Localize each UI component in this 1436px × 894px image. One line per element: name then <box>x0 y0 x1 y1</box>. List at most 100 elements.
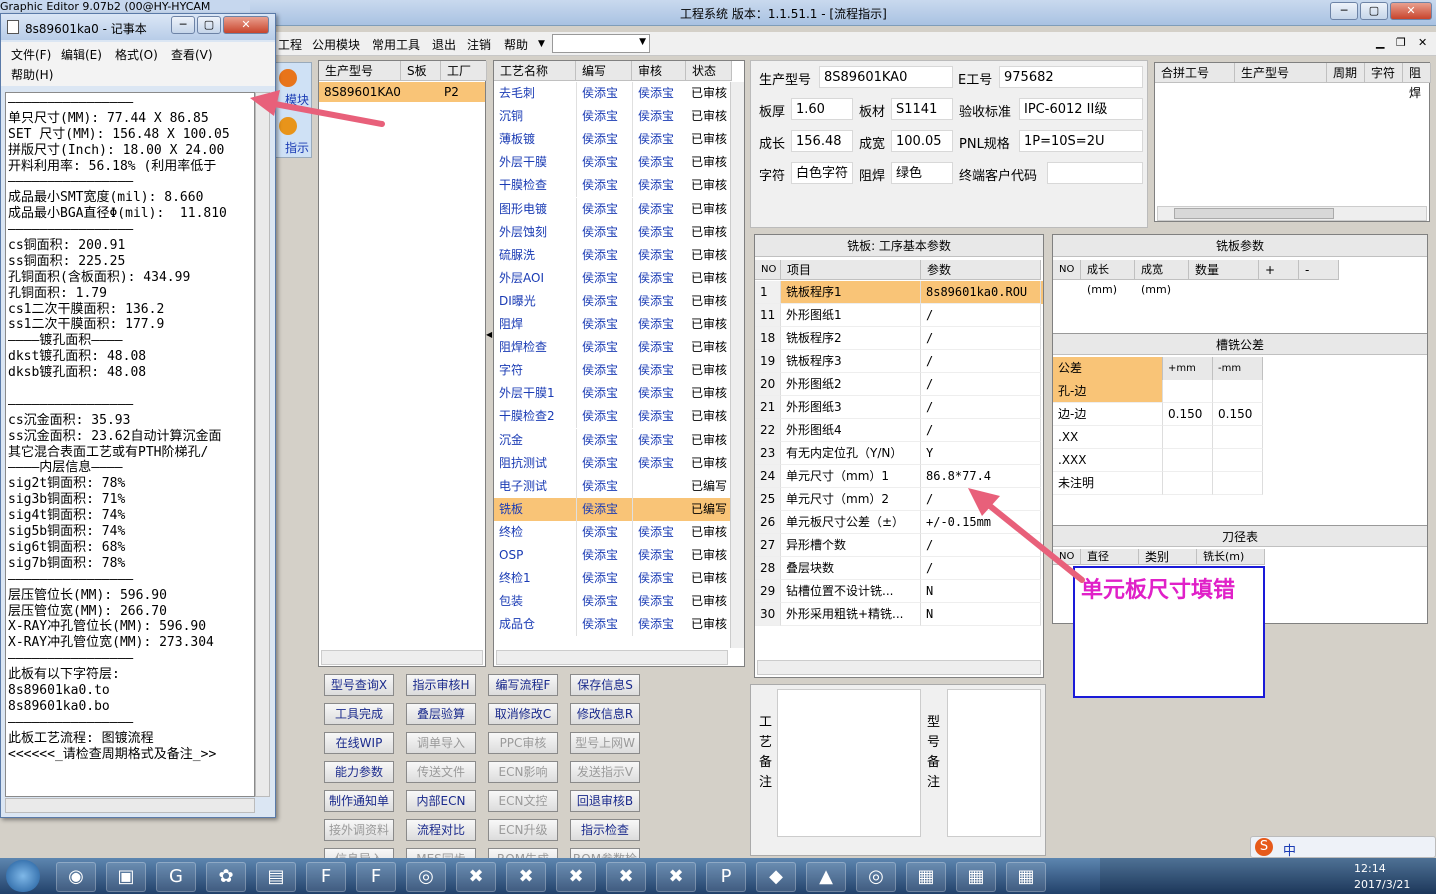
menu-tools[interactable]: 常用工具 <box>372 36 420 53</box>
field-standard[interactable]: IPC-6012 II级 <box>1019 98 1143 120</box>
action-button[interactable]: 接外调资料 <box>324 819 394 841</box>
taskbar-app-icon[interactable]: F <box>306 862 346 892</box>
field-length[interactable]: 156.48 <box>791 130 853 152</box>
col-tool-len[interactable]: 铣长(m) <box>1197 549 1265 565</box>
process-vscroll[interactable] <box>730 82 744 648</box>
process-row[interactable]: 去毛刺 侯添宝 侯添宝 已审核 <box>494 82 730 105</box>
action-button[interactable]: 编写流程F <box>488 674 558 696</box>
notepad-minimize-button[interactable]: ─ <box>171 16 195 34</box>
ime-mode[interactable]: 中 <box>1283 840 1296 859</box>
action-button[interactable]: ECN文控 <box>488 790 558 812</box>
process-row[interactable]: 薄板镀 侯添宝 侯添宝 已审核 <box>494 128 730 152</box>
process-row[interactable]: 终检1 侯添宝 侯添宝 已审核 <box>494 567 730 591</box>
splitter-arrow-icon[interactable]: ◀ <box>486 330 493 344</box>
tol-header-cell[interactable]: -mm <box>1213 357 1263 380</box>
merge-hscroll-thumb[interactable] <box>1174 208 1334 219</box>
action-button[interactable]: 保存信息S <box>570 674 640 696</box>
notepad-close-button[interactable]: ✕ <box>223 16 269 34</box>
milling-param-row[interactable]: 21 外形图纸3/ <box>755 396 1043 419</box>
menu-help[interactable]: 帮助 <box>504 36 528 53</box>
taskbar-app-icon[interactable]: ▣ <box>106 862 146 892</box>
menu-common-module[interactable]: 公用模块 <box>312 36 360 53</box>
action-button[interactable]: 在线WIP <box>324 732 394 754</box>
action-button[interactable]: 能力参数 <box>324 761 394 783</box>
col-factory[interactable]: 工厂 <box>441 61 487 81</box>
process-row[interactable]: DI曝光 侯添宝 侯添宝 已审核 <box>494 289 730 313</box>
milling-param-row[interactable]: 18 铣板程序2/ <box>755 327 1043 350</box>
action-button[interactable]: PPC审核 <box>488 732 558 754</box>
menu-exit[interactable]: 退出 <box>432 36 456 53</box>
col-merge-period[interactable]: 周期 <box>1327 63 1365 83</box>
taskbar-app-icon[interactable]: ▲ <box>806 862 846 892</box>
col-writer[interactable]: 编写 <box>576 61 632 81</box>
process-row[interactable]: 干膜检查2 侯添宝 侯添宝 已审核 <box>494 405 730 429</box>
taskbar-app-icon[interactable]: ▦ <box>1006 862 1046 892</box>
col-mp-wid[interactable]: 成宽(mm) <box>1135 260 1189 296</box>
process-row[interactable]: 电子测试 侯添宝 已编写 <box>494 474 730 498</box>
col-mp-plus[interactable]: + <box>1259 260 1299 280</box>
col-merge-model[interactable]: 生产型号 <box>1235 63 1327 83</box>
process-row[interactable]: 包装 侯添宝 侯添宝 已审核 <box>494 590 730 614</box>
milling-param-row[interactable]: 22 外形图纸4/ <box>755 419 1043 442</box>
action-button[interactable]: ECN升级 <box>488 819 558 841</box>
process-row[interactable]: 阻抗测试 侯添宝 侯添宝 已审核 <box>494 451 730 475</box>
milling-param-row[interactable]: 1 铣板程序1 8s89601ka0.ROU <box>755 281 1043 304</box>
col-mp-minus[interactable]: - <box>1299 260 1339 280</box>
action-button[interactable]: 内部ECN <box>406 790 476 812</box>
field-pnl[interactable]: 1P=10S=2U <box>1019 130 1143 152</box>
process-row[interactable]: 图形电镀 侯添宝 侯添宝 已审核 <box>494 197 730 221</box>
mdi-minimize-icon[interactable]: ▁ <box>1376 36 1384 49</box>
notepad-text-area[interactable]: ———————————————— 单只尺寸(MM): 77.44 X 86.85 S… <box>5 92 255 797</box>
col-process-name[interactable]: 工艺名称 <box>494 61 576 81</box>
field-eng[interactable]: 975682 <box>999 66 1143 88</box>
taskbar-app-icon[interactable]: ◎ <box>406 862 446 892</box>
col-merge-eng[interactable]: 合拼工号 <box>1155 63 1235 83</box>
taskbar-app-icon[interactable]: F <box>356 862 396 892</box>
process-row[interactable]: 外层干膜1 侯添宝 侯添宝 已审核 <box>494 382 730 406</box>
col-merge-char[interactable]: 字符 <box>1365 63 1403 83</box>
milling-hscroll[interactable] <box>757 660 1041 675</box>
merge-hscroll[interactable] <box>1157 206 1427 221</box>
process-row[interactable]: 沉铜 侯添宝 侯添宝 已审核 <box>494 105 730 129</box>
menu-logout[interactable]: 注销 <box>467 36 491 53</box>
process-row[interactable]: 外层干膜 侯添宝 侯添宝 已审核 <box>494 151 730 175</box>
np-menu-help[interactable]: 帮助(H) <box>11 66 53 83</box>
np-menu-view[interactable]: 查看(V) <box>171 46 213 63</box>
col-s-board[interactable]: S板 <box>401 61 441 81</box>
milling-param-row[interactable]: 23 有无内定位孔（Y/N） Y <box>755 442 1043 465</box>
process-row[interactable]: 沉金 侯添宝 侯添宝 已审核 <box>494 428 730 452</box>
notepad-vscroll[interactable] <box>255 92 270 797</box>
mdi-close-icon[interactable]: ✕ <box>1418 36 1427 49</box>
mdi-restore-icon[interactable]: ❐ <box>1396 36 1406 49</box>
taskbar-app-icon[interactable]: G <box>156 862 196 892</box>
process-row[interactable]: 硫脲洗 侯添宝 侯添宝 已审核 <box>494 243 730 267</box>
field-model[interactable]: 8S89601KA0 <box>819 66 953 88</box>
action-button[interactable]: 取消修改C <box>488 703 558 725</box>
close-button[interactable]: ✕ <box>1390 2 1432 20</box>
col-model[interactable]: 生产型号 <box>319 61 401 81</box>
action-button[interactable]: 传送文件 <box>406 761 476 783</box>
process-remark-input[interactable] <box>777 689 921 837</box>
action-button[interactable]: 调单导入 <box>406 732 476 754</box>
milling-param-row[interactable]: 30 外形采用粗铣+精铣... N <box>755 603 1043 626</box>
np-menu-file[interactable]: 文件(F) <box>11 46 51 63</box>
toolbar-combo[interactable]: ▼ <box>552 34 650 53</box>
field-thickness[interactable]: 1.60 <box>791 98 853 120</box>
taskbar-app-icon[interactable]: ✿ <box>206 862 246 892</box>
col-mp-qty[interactable]: 数量 <box>1189 260 1259 280</box>
action-button[interactable]: 制作通知单 <box>324 790 394 812</box>
np-menu-format[interactable]: 格式(O) <box>115 46 158 63</box>
notepad-hscroll[interactable] <box>5 798 255 813</box>
action-button[interactable]: 流程对比 <box>406 819 476 841</box>
field-char[interactable]: 白色字符 <box>791 162 853 184</box>
action-button[interactable]: 回退审核B <box>570 790 640 812</box>
field-customer[interactable] <box>1047 162 1143 184</box>
process-row[interactable]: 阻焊 侯添宝 侯添宝 已审核 <box>494 313 730 336</box>
process-row[interactable]: 成品仓 侯添宝 侯添宝 已审核 <box>494 613 730 637</box>
action-button[interactable]: 叠层验算 <box>406 703 476 725</box>
action-button[interactable]: 发送指示V <box>570 761 640 783</box>
taskbar-app-icon[interactable]: ◎ <box>856 862 896 892</box>
taskbar-app-icon[interactable]: ✖ <box>556 862 596 892</box>
col-mp-len[interactable]: 成长(mm) <box>1081 260 1135 296</box>
taskbar-app-icon[interactable]: ▦ <box>956 862 996 892</box>
